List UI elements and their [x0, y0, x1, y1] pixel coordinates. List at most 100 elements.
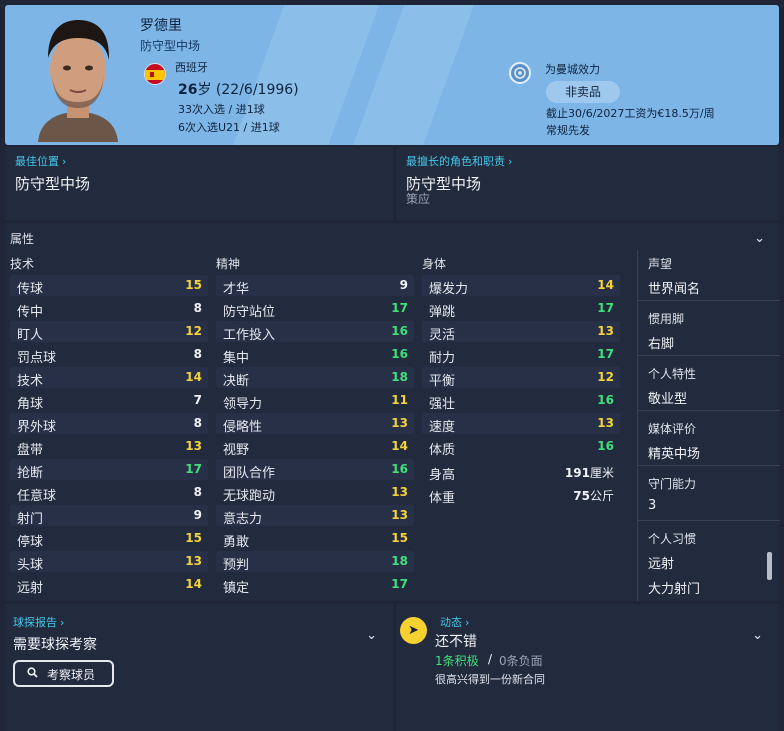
- club-crest-icon[interactable]: [509, 62, 531, 84]
- scout-player-button[interactable]: 考察球员: [13, 660, 114, 687]
- physical-attr-row: 体质 16: [422, 436, 620, 458]
- scout-report-link[interactable]: 球探报告 ›: [13, 614, 64, 630]
- attr-value: 11: [391, 393, 408, 407]
- attr-label: 罚点球: [17, 351, 57, 366]
- attr-value: 16: [391, 462, 408, 476]
- nationality[interactable]: 西班牙: [175, 59, 208, 75]
- info-reputation: 声望 世界闻名: [648, 257, 701, 297]
- attr-value: 8: [193, 485, 202, 499]
- arrow-right-icon: ➤: [400, 617, 427, 644]
- attr-value: 13: [185, 439, 202, 453]
- physical-header: 身体: [422, 257, 447, 271]
- mental-attr-row: 团队合作 16: [216, 459, 414, 481]
- attr-value: 16: [391, 347, 408, 361]
- attributes-panel: 属性 ⌄ 技术 精神 身体 传球 15 传中 8 盯人 12 罚点球 8 技术 14 角球 7 界外球 8…: [5, 223, 780, 601]
- attr-value: 17: [391, 301, 408, 315]
- player-photo: [38, 20, 118, 142]
- attr-value: 16: [597, 393, 614, 407]
- attr-value: 14: [185, 370, 202, 384]
- technical-header: 技术: [10, 257, 35, 271]
- separator: /: [488, 652, 493, 666]
- attr-label: 射门: [17, 512, 44, 527]
- attr-label: 预判: [223, 558, 250, 573]
- spain-flag-icon: [144, 63, 166, 85]
- attr-label: 抢断: [17, 466, 44, 481]
- physical-attr-row: 强壮 16: [422, 390, 620, 412]
- technical-attr-row: 远射 14: [10, 574, 208, 596]
- attr-label: 传中: [17, 305, 44, 320]
- best-position-panel: 最佳位置 › 防守型中场: [5, 147, 393, 220]
- attr-label: 灵活: [429, 328, 456, 343]
- mental-attr-row: 防守站位 17: [216, 298, 414, 320]
- attr-label: 意志力: [223, 512, 263, 527]
- technical-attr-row: 射门 9: [10, 505, 208, 527]
- scout-status: 需要球探考察: [13, 637, 97, 653]
- weight-value: 75公斤: [573, 489, 614, 503]
- attr-value: 13: [597, 324, 614, 338]
- search-icon: [27, 667, 38, 681]
- attr-value: 13: [597, 416, 614, 430]
- technical-attr-row: 罚点球 8: [10, 344, 208, 366]
- club-name[interactable]: 为曼城效力: [545, 61, 600, 77]
- info-player-traits: 个人习惯 远射 大力射门: [648, 532, 701, 597]
- attr-value: 8: [193, 301, 202, 315]
- player-info-column: 声望 世界闻名 惯用脚 右脚 个人特性 敬业型 媒体评价 精英中场 守门能力 3 个人习惯…: [637, 250, 780, 601]
- best-position-link[interactable]: 最佳位置 ›: [15, 153, 66, 169]
- attr-label: 强壮: [429, 397, 456, 412]
- attr-value: 17: [597, 347, 614, 361]
- player-position: 防守型中场: [140, 39, 201, 53]
- dynamics-status: 还不错: [435, 634, 477, 650]
- mental-attr-row: 集中 16: [216, 344, 414, 366]
- attr-value: 14: [391, 439, 408, 453]
- attr-label: 任意球: [17, 489, 57, 504]
- technical-attr-row: 角球 7: [10, 390, 208, 412]
- technical-attr-row: 盘带 13: [10, 436, 208, 458]
- best-position-value: 防守型中场: [15, 175, 91, 193]
- mental-attr-row: 预判 18: [216, 551, 414, 573]
- attr-label: 无球跑动: [223, 489, 276, 504]
- attr-label: 防守站位: [223, 305, 276, 320]
- dynamics-panel: ➤ 动态 › 还不错 1条积极 / 0条负面 很高兴得到一份新合同 ⌄: [396, 604, 779, 731]
- scout-report-panel: 球探报告 › 需要球探考察 ⌄ 考察球员: [5, 604, 393, 731]
- chevron-right-icon: ›: [62, 155, 67, 168]
- attr-label: 远射: [17, 581, 44, 596]
- transfer-status-badge[interactable]: 非卖品: [546, 81, 620, 103]
- mental-attr-row: 决断 18: [216, 367, 414, 389]
- attr-value: 9: [193, 508, 202, 522]
- mental-attr-row: 侵略性 13: [216, 413, 414, 435]
- scrollbar-thumb[interactable]: [767, 552, 772, 580]
- mental-attr-row: 勇敢 15: [216, 528, 414, 550]
- attr-label: 传球: [17, 282, 44, 297]
- info-media-description: 媒体评价 精英中场: [648, 422, 701, 462]
- technical-attr-row: 技术 14: [10, 367, 208, 389]
- attr-value: 9: [399, 278, 408, 292]
- divider: [638, 520, 780, 521]
- divider: [638, 410, 780, 411]
- chevron-down-icon[interactable]: ⌄: [366, 628, 377, 643]
- chevron-right-icon: ›: [60, 616, 65, 629]
- dynamics-link[interactable]: 动态 ›: [440, 614, 469, 630]
- chevron-down-icon[interactable]: ⌄: [752, 628, 763, 643]
- attr-value: 18: [391, 554, 408, 568]
- attr-label: 盯人: [17, 328, 44, 343]
- weight-row: 体重 75公斤: [422, 484, 620, 506]
- attr-label: 停球: [17, 535, 44, 550]
- attr-value: 16: [391, 324, 408, 338]
- physical-attr-row: 灵活 13: [422, 321, 620, 343]
- attr-label: 勇敢: [223, 535, 250, 550]
- technical-attr-row: 盯人 12: [10, 321, 208, 343]
- chevron-down-icon[interactable]: ⌄: [754, 231, 765, 246]
- attr-value: 17: [391, 577, 408, 591]
- attr-value: 17: [597, 301, 614, 315]
- attr-value: 13: [391, 416, 408, 430]
- physical-attr-row: 爆发力 14: [422, 275, 620, 297]
- best-role-link[interactable]: 最擅长的角色和职责 ›: [406, 153, 512, 169]
- positive-count: 1条积极: [435, 654, 479, 668]
- attr-label: 技术: [17, 374, 44, 389]
- attr-value: 15: [185, 278, 202, 292]
- info-personality: 个人特性 敬业型: [648, 367, 697, 407]
- physical-attr-row: 弹跳 17: [422, 298, 620, 320]
- mental-attr-row: 镇定 17: [216, 574, 414, 596]
- attr-label: 决断: [223, 374, 250, 389]
- u21-caps: 6次入选U21 / 进1球: [178, 121, 280, 134]
